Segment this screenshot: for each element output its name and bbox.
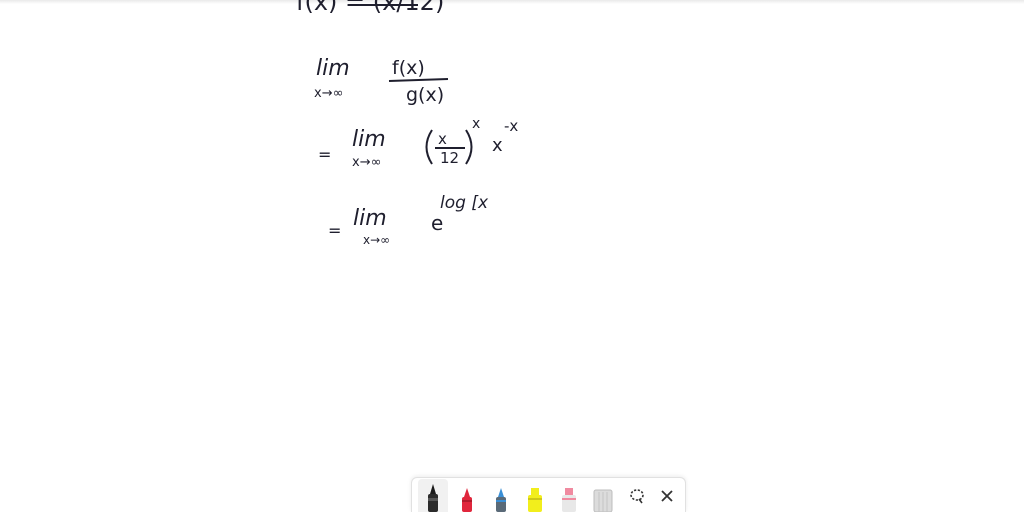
lasso-button[interactable] [622, 479, 652, 512]
frac-num-x: x [438, 130, 447, 148]
black-marker-icon [428, 484, 438, 512]
yellow-highlighter-tool[interactable] [520, 479, 550, 512]
lim-sub-3: x→∞ [363, 233, 390, 247]
close-button[interactable] [652, 479, 682, 512]
blue-marker-tool[interactable] [486, 479, 516, 512]
top-partial-text: f(x) = (x/12) [296, 0, 444, 16]
lim-sub-1: x→∞ [314, 86, 343, 101]
left-paren [425, 129, 433, 165]
frac-den-12: 12 [440, 149, 459, 167]
equals-3: = [328, 221, 341, 240]
drawing-toolbar [411, 477, 686, 512]
denominator-gx: g(x) [406, 84, 444, 106]
whiteboard-canvas[interactable]: f(x) = (x/12) lim x→∞ f(x) g(x) = lim x→… [0, 0, 1024, 512]
lim-word-1: lim [316, 56, 350, 81]
lim-sub-2: x→∞ [352, 155, 381, 170]
lim-word-2: lim [352, 127, 386, 152]
exponent-log: log [x [440, 193, 489, 213]
eraser-icon [593, 489, 613, 512]
yellow-highlighter-icon [528, 488, 542, 512]
close-icon [661, 489, 673, 502]
base-e: e [431, 211, 443, 235]
line-3: = lim x→∞ e log [x [328, 193, 489, 247]
line-1: lim x→∞ f(x) g(x) [314, 56, 449, 106]
pink-highlighter-tool[interactable] [554, 479, 584, 512]
fraction-bar-1 [388, 78, 449, 82]
base-x: x [492, 135, 503, 156]
red-marker-tool[interactable] [452, 479, 482, 512]
equals-2: = [318, 145, 331, 164]
numerator-fx: f(x) [392, 57, 425, 79]
black-marker-tool[interactable] [418, 479, 448, 512]
red-marker-icon [462, 488, 472, 512]
line-2: = lim x→∞ x 12 x x -x [318, 116, 518, 170]
lasso-icon [630, 488, 644, 503]
top-partial-expression: f(x) = (x/12) [296, 0, 444, 16]
lim-word-3: lim [353, 206, 387, 231]
pink-highlighter-icon [562, 488, 576, 512]
neg-exponent: -x [504, 117, 518, 135]
right-paren [465, 129, 473, 165]
handwriting-layer: f(x) = (x/12) lim x→∞ f(x) g(x) = lim x→… [296, 0, 518, 247]
exponent-x: x [472, 116, 480, 132]
blue-marker-icon [496, 488, 506, 512]
eraser-tool[interactable] [588, 479, 618, 512]
